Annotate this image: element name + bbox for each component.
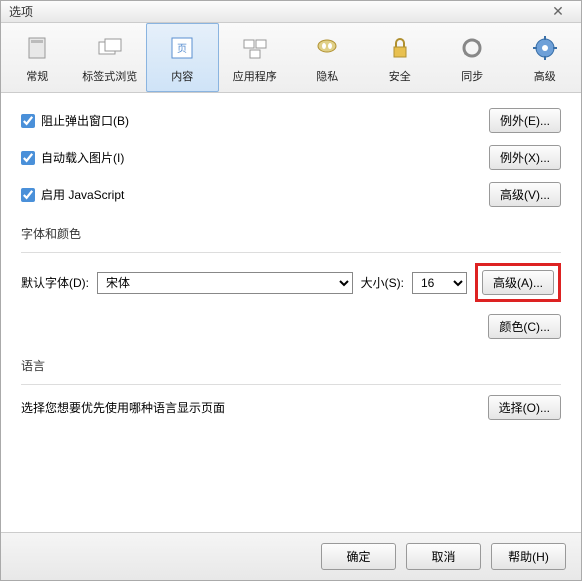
images-check-label[interactable]: 自动载入图片(I) bbox=[21, 149, 124, 166]
images-exceptions-button[interactable]: 例外(X)... bbox=[489, 145, 561, 170]
general-icon bbox=[21, 32, 53, 64]
default-font-label: 默认字体(D): bbox=[21, 274, 89, 291]
tab-applications[interactable]: 应用程序 bbox=[219, 23, 292, 92]
tab-general[interactable]: 常规 bbox=[1, 23, 74, 92]
popup-label: 阻止弹出窗口(B) bbox=[41, 112, 129, 129]
tab-advanced[interactable]: 高级 bbox=[509, 23, 582, 92]
js-checkbox[interactable] bbox=[21, 188, 35, 202]
window-title: 选项 bbox=[9, 3, 33, 20]
color-row: 颜色(C)... bbox=[21, 314, 561, 339]
tab-label: 标签式浏览 bbox=[82, 68, 137, 84]
images-checkbox[interactable] bbox=[21, 151, 35, 165]
popup-checkbox[interactable] bbox=[21, 114, 35, 128]
color-button[interactable]: 颜色(C)... bbox=[488, 314, 561, 339]
tab-privacy[interactable]: 隐私 bbox=[291, 23, 364, 92]
font-select[interactable]: 宋体 bbox=[97, 272, 353, 294]
options-window: 选项 ✕ 常规 标签式浏览 页 内容 应用程序 bbox=[0, 0, 582, 581]
toolbar: 常规 标签式浏览 页 内容 应用程序 隐私 bbox=[1, 23, 581, 93]
font-section-title: 字体和颜色 bbox=[21, 225, 561, 242]
tabs-icon bbox=[94, 32, 126, 64]
tab-label: 隐私 bbox=[316, 68, 338, 84]
images-label: 自动载入图片(I) bbox=[41, 149, 124, 166]
tab-label: 常规 bbox=[26, 68, 48, 84]
tab-label: 安全 bbox=[389, 68, 411, 84]
tab-sync[interactable]: 同步 bbox=[436, 23, 509, 92]
dialog-footer: 确定 取消 帮助(H) bbox=[1, 532, 581, 580]
privacy-icon bbox=[311, 32, 343, 64]
separator bbox=[21, 252, 561, 253]
tab-label: 内容 bbox=[171, 68, 193, 84]
lang-row: 选择您想要优先使用哪种语言显示页面 选择(O)... bbox=[21, 395, 561, 420]
cancel-button[interactable]: 取消 bbox=[406, 543, 481, 570]
content-panel: 阻止弹出窗口(B) 例外(E)... 自动载入图片(I) 例外(X)... 启用… bbox=[1, 93, 581, 435]
svg-text:页: 页 bbox=[177, 43, 187, 55]
titlebar: 选项 ✕ bbox=[1, 1, 581, 23]
size-select[interactable]: 16 bbox=[412, 272, 467, 294]
lang-desc: 选择您想要优先使用哪种语言显示页面 bbox=[21, 399, 225, 416]
popup-check-label[interactable]: 阻止弹出窗口(B) bbox=[21, 112, 129, 129]
tab-content[interactable]: 页 内容 bbox=[146, 23, 219, 92]
popup-exceptions-button[interactable]: 例外(E)... bbox=[489, 108, 561, 133]
js-label: 启用 JavaScript bbox=[41, 186, 124, 203]
lock-icon bbox=[384, 32, 416, 64]
lang-section-title: 语言 bbox=[21, 357, 561, 374]
content-icon: 页 bbox=[166, 32, 198, 64]
ok-button[interactable]: 确定 bbox=[321, 543, 396, 570]
lang-select-button[interactable]: 选择(O)... bbox=[488, 395, 561, 420]
js-row: 启用 JavaScript 高级(V)... bbox=[21, 182, 561, 207]
font-advanced-button[interactable]: 高级(A)... bbox=[482, 270, 554, 295]
separator bbox=[21, 384, 561, 385]
tab-tabs[interactable]: 标签式浏览 bbox=[74, 23, 147, 92]
js-check-label[interactable]: 启用 JavaScript bbox=[21, 186, 124, 203]
images-row: 自动载入图片(I) 例外(X)... bbox=[21, 145, 561, 170]
popup-row: 阻止弹出窗口(B) 例外(E)... bbox=[21, 108, 561, 133]
font-row: 默认字体(D): 宋体 大小(S): 16 高级(A)... bbox=[21, 263, 561, 302]
tab-security[interactable]: 安全 bbox=[364, 23, 437, 92]
js-advanced-button[interactable]: 高级(V)... bbox=[489, 182, 561, 207]
help-button[interactable]: 帮助(H) bbox=[491, 543, 566, 570]
tab-label: 高级 bbox=[534, 68, 556, 84]
advanced-highlight: 高级(A)... bbox=[475, 263, 561, 302]
gear-icon bbox=[529, 32, 561, 64]
tab-label: 同步 bbox=[461, 68, 483, 84]
size-label: 大小(S): bbox=[361, 274, 404, 291]
tab-label: 应用程序 bbox=[233, 68, 277, 84]
apps-icon bbox=[239, 32, 271, 64]
sync-icon bbox=[456, 32, 488, 64]
close-icon[interactable]: ✕ bbox=[543, 4, 573, 20]
